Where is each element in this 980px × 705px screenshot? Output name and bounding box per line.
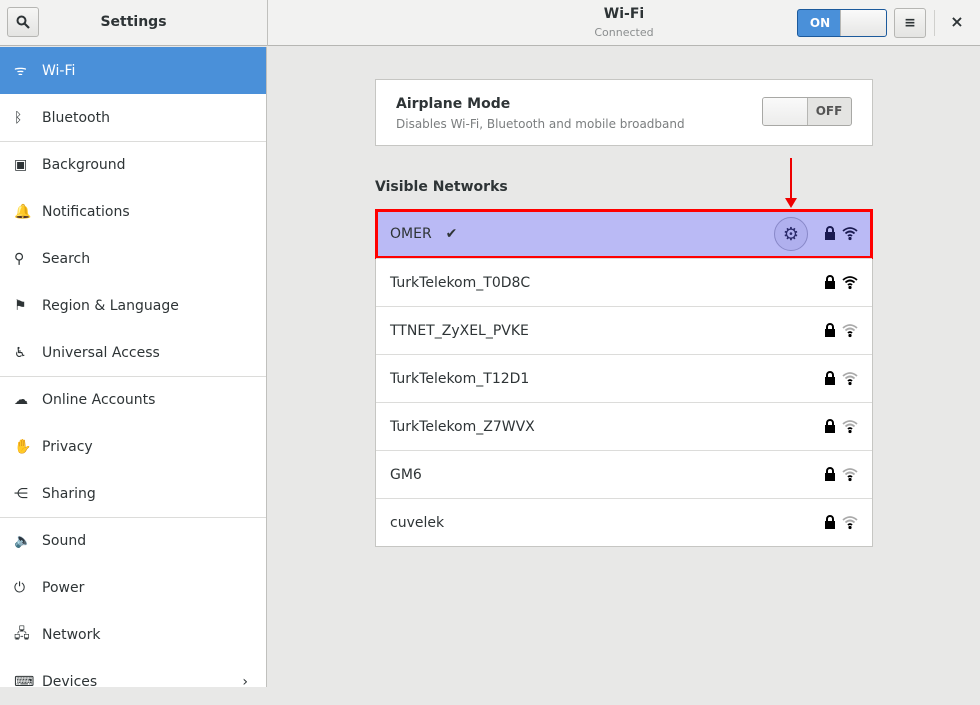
lock-icon xyxy=(825,275,835,289)
sidebar-item-power[interactable]: ⏻ Power xyxy=(0,564,266,611)
power-icon: ⏻ xyxy=(14,579,26,596)
sidebar-item-label: Universal Access xyxy=(42,344,160,361)
wifi-signal-icon xyxy=(842,372,858,386)
annotation-arrow xyxy=(790,158,792,200)
lock-icon xyxy=(825,226,835,240)
network-settings-button[interactable]: ⚙ xyxy=(774,217,808,251)
hamburger-icon: ≡ xyxy=(904,15,916,31)
lock-icon xyxy=(825,419,835,433)
sidebar-item-label: Sharing xyxy=(42,485,96,502)
close-icon: × xyxy=(950,12,964,31)
network-icon: 🖧 xyxy=(14,625,30,642)
sidebar-item-label: Devices xyxy=(42,673,98,690)
airplane-mode-card: Airplane Mode Disables Wi-Fi, Bluetooth … xyxy=(375,79,873,146)
wifi-signal-icon xyxy=(842,468,858,482)
lock-icon xyxy=(825,515,835,529)
network-row[interactable]: TurkTelekom_T0D8C xyxy=(376,258,872,306)
wifi-signal-icon xyxy=(842,420,858,434)
sidebar-item-label: Network xyxy=(42,626,101,643)
menu-button[interactable]: ≡ xyxy=(894,8,926,38)
sidebar-title: Settings xyxy=(100,14,167,30)
network-name: TTNET_ZyXEL_PVKE xyxy=(390,322,529,339)
sidebar-item-label: Power xyxy=(42,579,85,596)
sidebar-item-cloud[interactable]: ☁ Online Accounts xyxy=(0,376,266,423)
sidebar-item-bell[interactable]: 🔔 Notifications xyxy=(0,188,266,235)
wifi-signal-icon xyxy=(842,276,858,290)
network-name: GM6 xyxy=(390,466,422,483)
sidebar-item-label: Online Accounts xyxy=(42,392,156,408)
bell-icon: 🔔 xyxy=(14,203,32,220)
bluetooth-icon: ᛒ xyxy=(14,109,23,126)
toggle-label: OFF xyxy=(815,104,843,118)
hand-icon: ✋ xyxy=(14,438,32,455)
wifi-toggle[interactable]: ON xyxy=(797,9,887,37)
lock-icon xyxy=(825,371,835,385)
network-name: TurkTelekom_T12D1 xyxy=(390,370,530,387)
sidebar-item-label: Bluetooth xyxy=(42,109,110,126)
sidebar-item-wifi[interactable]: ᯤ Wi-Fi xyxy=(0,47,266,94)
speaker-icon: 🔈 xyxy=(14,533,32,549)
header-bar: Settings Wi-Fi Connected ON ≡ × xyxy=(0,0,980,46)
devices-icon: ⌨ xyxy=(14,673,35,690)
accessibility-icon: ♿ xyxy=(14,344,27,361)
network-name: TurkTelekom_Z7WVX xyxy=(390,418,535,435)
wifi-signal-icon xyxy=(842,227,858,241)
sidebar: ᯤ Wi-Fi ᛒ Bluetooth ▣ Background 🔔 Notification… xyxy=(0,47,267,690)
sidebar-item-label: Privacy xyxy=(42,438,93,455)
network-row[interactable]: GM6 xyxy=(376,450,872,498)
sidebar-item-label: Background xyxy=(42,157,126,173)
share-icon: ⋲ xyxy=(14,485,28,502)
lock-icon xyxy=(825,323,835,337)
close-button[interactable]: × xyxy=(946,12,968,31)
sidebar-item-label: Notifications xyxy=(42,203,130,220)
network-row[interactable]: TTNET_ZyXEL_PVKE xyxy=(376,306,872,354)
airplane-mode-subtitle: Disables Wi-Fi, Bluetooth and mobile bro… xyxy=(396,117,685,131)
search-icon: ⚲ xyxy=(14,250,25,267)
network-row[interactable]: cuvelek xyxy=(376,498,872,546)
sidebar-item-speaker[interactable]: 🔈 Sound xyxy=(0,517,266,564)
wifi-signal-icon xyxy=(842,516,858,530)
network-name: cuvelek xyxy=(390,514,445,531)
network-row[interactable]: OMER ✔ ⚙ xyxy=(375,209,873,259)
sidebar-item-bluetooth[interactable]: ᛒ Bluetooth xyxy=(0,94,266,141)
sidebar-item-label: Search xyxy=(42,250,91,267)
sidebar-item-devices[interactable]: ⌨ Devices › xyxy=(0,658,266,705)
sidebar-item-hand[interactable]: ✋ Privacy xyxy=(0,423,266,470)
network-row[interactable]: TurkTelekom_T12D1 xyxy=(376,354,872,402)
network-row[interactable]: TurkTelekom_Z7WVX xyxy=(376,402,872,450)
sidebar-item-accessibility[interactable]: ♿ Universal Access xyxy=(0,329,266,376)
gear-icon: ⚙ xyxy=(782,223,800,245)
wifi-icon: ᯤ xyxy=(14,63,27,79)
sidebar-item-label: Region & Language xyxy=(42,297,179,314)
lock-icon xyxy=(825,467,835,481)
network-name: TurkTelekom_T0D8C xyxy=(390,274,531,291)
wifi-signal-icon xyxy=(842,324,858,338)
sidebar-item-label: Wi-Fi xyxy=(42,62,76,79)
visible-networks-heading: Visible Networks xyxy=(375,179,508,195)
sidebar-item-network[interactable]: 🖧 Network xyxy=(0,611,266,658)
sidebar-item-search[interactable]: ⚲ Search xyxy=(0,235,266,282)
sidebar-item-background[interactable]: ▣ Background xyxy=(0,141,266,188)
airplane-mode-title: Airplane Mode xyxy=(396,96,511,112)
check-icon: ✔ xyxy=(445,226,458,242)
sidebar-item-share[interactable]: ⋲ Sharing xyxy=(0,470,266,517)
chevron-right-icon: › xyxy=(242,673,248,690)
cloud-icon: ☁ xyxy=(14,392,28,408)
network-list: OMER ✔ ⚙ TurkTelekom_T0D8C TTNET_ZyXEL_PVKE T… xyxy=(375,209,873,547)
sidebar-item-flag[interactable]: ⚑ Region & Language xyxy=(0,282,266,329)
sidebar-item-label: Sound xyxy=(42,533,87,549)
background-icon: ▣ xyxy=(14,157,28,173)
toggle-label: ON xyxy=(809,16,831,30)
airplane-mode-toggle[interactable]: OFF xyxy=(762,97,852,126)
flag-icon: ⚑ xyxy=(14,297,27,314)
annotation-arrowhead xyxy=(785,198,797,208)
network-name: OMER xyxy=(390,226,432,242)
